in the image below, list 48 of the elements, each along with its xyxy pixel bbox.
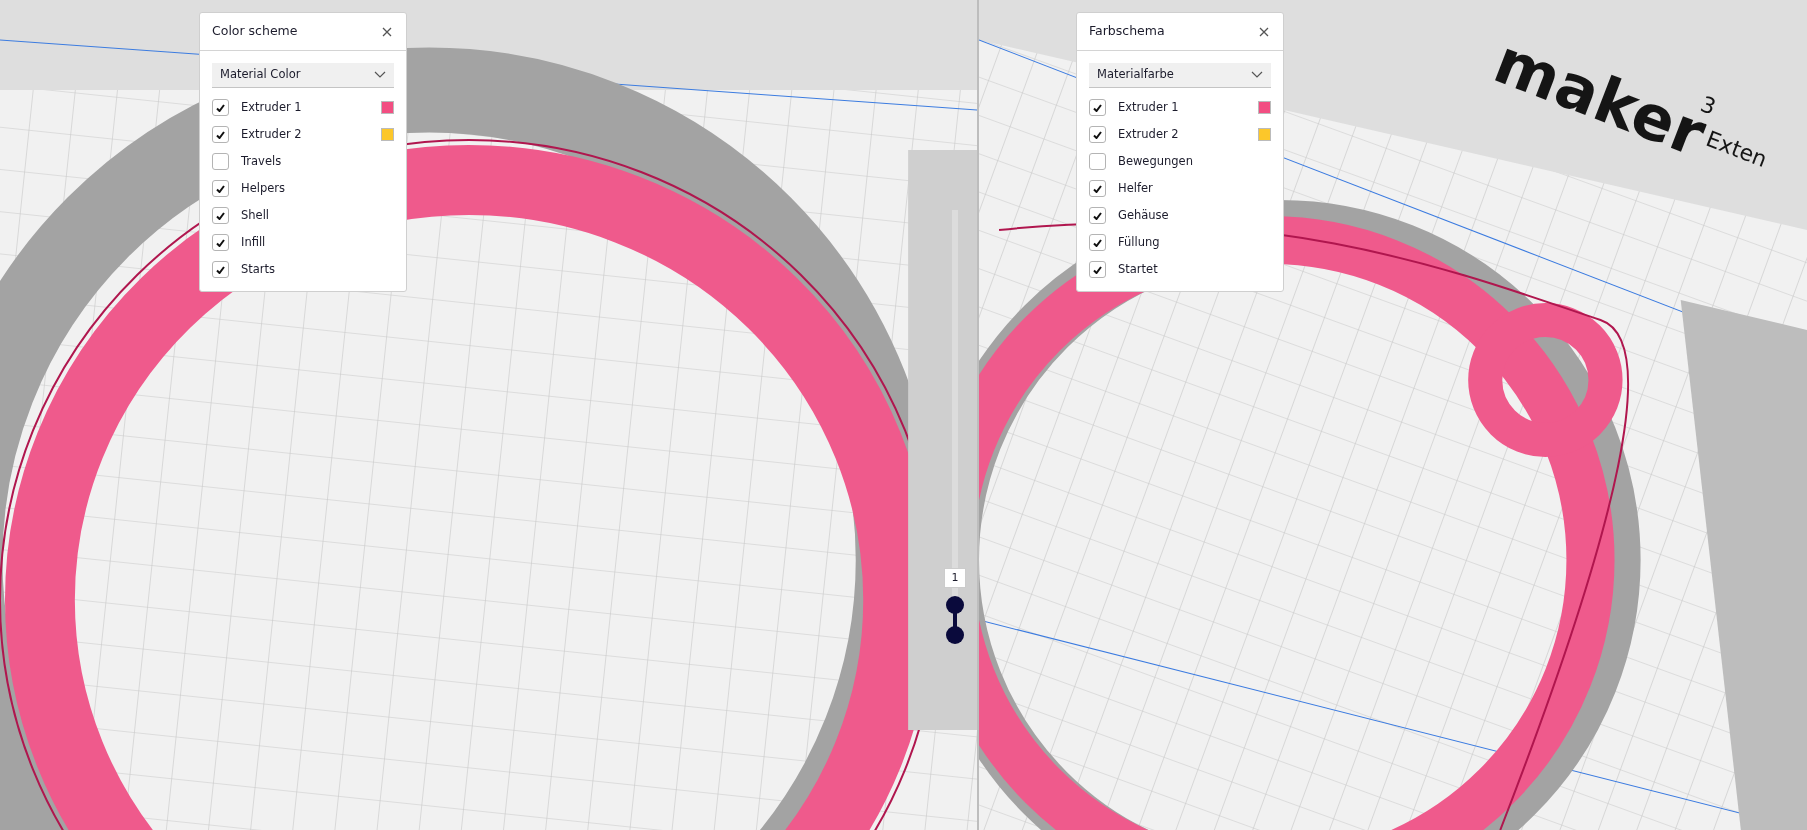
checkmark-icon: [1093, 103, 1102, 112]
checkmark-icon: [216, 211, 225, 220]
checkbox-label: Extruder 1: [1118, 98, 1180, 116]
checkbox[interactable]: [1089, 153, 1106, 170]
checkmark-icon: [216, 184, 225, 193]
checkbox-label: Extruder 1: [241, 98, 303, 116]
checkmark-icon: [1093, 265, 1102, 274]
checkmark-icon: [1093, 238, 1102, 247]
checkbox-label: Extruder 2: [1118, 125, 1180, 143]
checkmark-icon: [1093, 184, 1102, 193]
checkmark-icon: [216, 238, 225, 247]
checkmark-icon: [216, 265, 225, 274]
checkbox[interactable]: [1089, 234, 1106, 251]
checkmark-icon: [216, 103, 225, 112]
checkbox[interactable]: [1089, 180, 1106, 197]
checkbox-label: Travels: [241, 152, 283, 170]
checkbox-label: Infill: [241, 233, 267, 251]
checkbox-label: Shell: [241, 206, 271, 224]
color-scheme-dropdown[interactable]: Material Color: [212, 63, 394, 88]
panel-title: Farbschema: [1089, 22, 1165, 41]
checkbox-label: Helfer: [1118, 179, 1154, 197]
checkbox[interactable]: [1089, 99, 1106, 116]
layer-slider-handle[interactable]: [945, 595, 965, 645]
checkbox[interactable]: [212, 207, 229, 224]
checkbox[interactable]: [1089, 126, 1106, 143]
checkbox-label: Gehäuse: [1118, 206, 1170, 224]
checkbox-label: Startet: [1118, 260, 1159, 278]
checkbox-label: Extruder 2: [241, 125, 303, 143]
checkmark-icon: [1093, 130, 1102, 139]
chevron-down-icon: [1251, 71, 1263, 79]
checkbox[interactable]: [212, 99, 229, 116]
color-scheme-dropdown[interactable]: Materialfarbe: [1089, 63, 1271, 88]
panel-title: Color scheme: [212, 22, 298, 41]
layer-number-label: 1: [944, 568, 966, 588]
checkbox-label: Starts: [241, 260, 277, 278]
checkbox[interactable]: [212, 234, 229, 251]
checkbox-label: Helpers: [241, 179, 286, 197]
checkmark-icon: [1093, 211, 1102, 220]
checkbox[interactable]: [1089, 207, 1106, 224]
checkmark-icon: [216, 130, 225, 139]
checkbox[interactable]: [212, 261, 229, 278]
checkbox-label: Füllung: [1118, 233, 1161, 251]
checkbox[interactable]: [212, 126, 229, 143]
checkbox[interactable]: [212, 180, 229, 197]
checkbox-label: Bewegungen: [1118, 152, 1194, 170]
checkbox[interactable]: [212, 153, 229, 170]
checkbox[interactable]: [1089, 261, 1106, 278]
chevron-down-icon: [374, 71, 386, 79]
